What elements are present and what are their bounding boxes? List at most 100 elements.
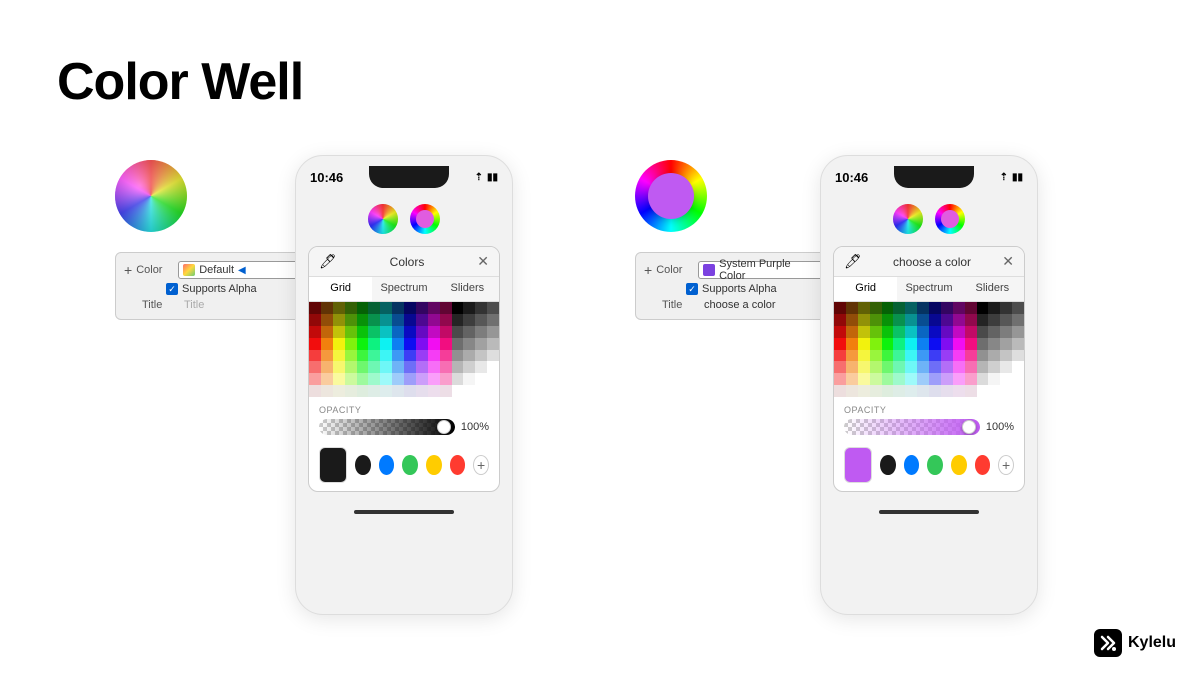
color-cell[interactable] xyxy=(404,314,416,326)
color-cell[interactable] xyxy=(392,326,404,338)
color-cell[interactable] xyxy=(870,314,882,326)
color-cell[interactable] xyxy=(953,350,965,362)
color-cell[interactable] xyxy=(309,338,321,350)
color-cell[interactable] xyxy=(440,338,452,350)
color-cell[interactable] xyxy=(428,326,440,338)
color-cell[interactable] xyxy=(893,326,905,338)
color-cell[interactable] xyxy=(345,338,357,350)
color-cell[interactable] xyxy=(870,302,882,314)
color-cell[interactable] xyxy=(487,385,499,397)
color-cell[interactable] xyxy=(357,314,369,326)
color-cell[interactable] xyxy=(321,314,333,326)
color-cell[interactable] xyxy=(846,302,858,314)
color-cell[interactable] xyxy=(475,338,487,350)
color-cell[interactable] xyxy=(1000,350,1012,362)
color-cell[interactable] xyxy=(428,385,440,397)
color-cell[interactable] xyxy=(487,302,499,314)
color-cell[interactable] xyxy=(929,314,941,326)
color-cell[interactable] xyxy=(368,302,380,314)
color-cell[interactable] xyxy=(345,350,357,362)
color-cell[interactable] xyxy=(858,385,870,397)
color-cell[interactable] xyxy=(929,326,941,338)
color-cell[interactable] xyxy=(905,314,917,326)
color-cell[interactable] xyxy=(321,338,333,350)
color-cell[interactable] xyxy=(452,326,464,338)
color-cell[interactable] xyxy=(917,361,929,373)
color-cell[interactable] xyxy=(333,302,345,314)
color-cell[interactable] xyxy=(428,338,440,350)
color-cell[interactable] xyxy=(1012,314,1024,326)
color-cell[interactable] xyxy=(953,314,965,326)
well-rainbow-left[interactable] xyxy=(368,204,398,234)
color-cell[interactable] xyxy=(917,326,929,338)
plus-icon-right[interactable]: + xyxy=(644,262,652,278)
swatch-blue-right[interactable] xyxy=(904,455,920,475)
color-cell[interactable] xyxy=(440,373,452,385)
color-cell[interactable] xyxy=(463,350,475,362)
color-cell[interactable] xyxy=(452,361,464,373)
title-input-right[interactable]: choose a color xyxy=(704,299,776,311)
rainbow-circle-left[interactable] xyxy=(115,160,187,232)
color-cell[interactable] xyxy=(452,373,464,385)
color-cell[interactable] xyxy=(368,361,380,373)
well-rainbow-right[interactable] xyxy=(893,204,923,234)
color-cell[interactable] xyxy=(988,302,1000,314)
color-cell[interactable] xyxy=(905,302,917,314)
color-cell[interactable] xyxy=(893,350,905,362)
swatch-green-left[interactable] xyxy=(402,455,418,475)
color-cell[interactable] xyxy=(475,350,487,362)
color-ring-container[interactable] xyxy=(635,160,845,232)
swatch-current-left[interactable] xyxy=(319,447,347,483)
tab-sliders-left[interactable]: Sliders xyxy=(436,277,499,301)
color-cell[interactable] xyxy=(953,302,965,314)
color-cell[interactable] xyxy=(392,385,404,397)
color-cell[interactable] xyxy=(487,314,499,326)
color-cell[interactable] xyxy=(452,385,464,397)
color-cell[interactable] xyxy=(953,373,965,385)
color-cell[interactable] xyxy=(1000,385,1012,397)
tab-sliders-right[interactable]: Sliders xyxy=(961,277,1024,301)
color-cell[interactable] xyxy=(1012,373,1024,385)
checkbox-right[interactable]: ✓ xyxy=(686,283,698,295)
color-cell[interactable] xyxy=(345,361,357,373)
tab-spectrum-left[interactable]: Spectrum xyxy=(372,277,435,301)
color-cell[interactable] xyxy=(428,373,440,385)
title-input-left[interactable]: Title xyxy=(184,299,204,311)
color-cell[interactable] xyxy=(1012,350,1024,362)
color-cell[interactable] xyxy=(440,326,452,338)
color-cell[interactable] xyxy=(870,338,882,350)
color-cell[interactable] xyxy=(333,385,345,397)
color-cell[interactable] xyxy=(965,385,977,397)
color-cell[interactable] xyxy=(965,361,977,373)
color-cell[interactable] xyxy=(905,373,917,385)
close-icon-left[interactable]: ✕ xyxy=(477,253,489,270)
add-swatch-left[interactable]: + xyxy=(473,455,489,475)
color-cell[interactable] xyxy=(1012,302,1024,314)
color-cell[interactable] xyxy=(882,385,894,397)
color-cell[interactable] xyxy=(357,385,369,397)
color-cell[interactable] xyxy=(440,350,452,362)
color-cell[interactable] xyxy=(870,385,882,397)
color-cell[interactable] xyxy=(858,326,870,338)
color-cell[interactable] xyxy=(870,326,882,338)
color-cell[interactable] xyxy=(463,314,475,326)
color-cell[interactable] xyxy=(380,350,392,362)
color-cell[interactable] xyxy=(893,373,905,385)
color-cell[interactable] xyxy=(463,361,475,373)
color-cell[interactable] xyxy=(941,302,953,314)
color-cell[interactable] xyxy=(452,338,464,350)
checkbox-left[interactable]: ✓ xyxy=(166,283,178,295)
color-cell[interactable] xyxy=(380,361,392,373)
color-cell[interactable] xyxy=(953,338,965,350)
color-cell[interactable] xyxy=(463,302,475,314)
color-cell[interactable] xyxy=(905,361,917,373)
color-cell[interactable] xyxy=(333,350,345,362)
color-cell[interactable] xyxy=(953,326,965,338)
opacity-handle-left[interactable] xyxy=(437,420,451,434)
color-cell[interactable] xyxy=(380,326,392,338)
color-cell[interactable] xyxy=(965,338,977,350)
color-cell[interactable] xyxy=(309,385,321,397)
opacity-handle-right[interactable] xyxy=(962,420,976,434)
color-cell[interactable] xyxy=(834,385,846,397)
color-cell[interactable] xyxy=(917,350,929,362)
